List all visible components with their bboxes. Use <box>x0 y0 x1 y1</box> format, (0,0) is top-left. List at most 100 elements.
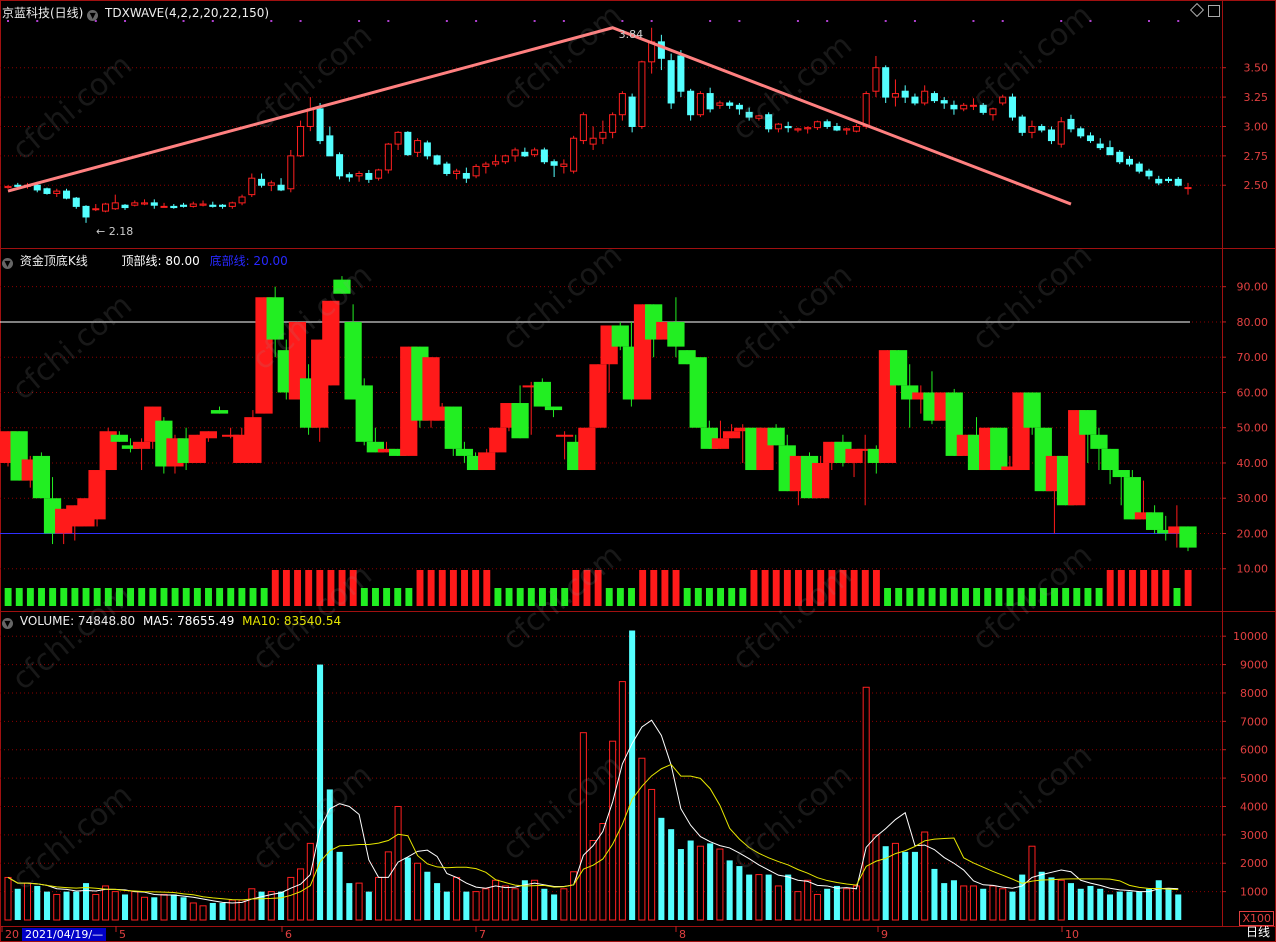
window-restore-icon[interactable] <box>1208 5 1220 17</box>
volume-bar <box>4 876 12 921</box>
fund-candle <box>1179 526 1197 548</box>
volume-bar <box>424 871 431 920</box>
volume-bar <box>346 883 353 920</box>
volume-bar <box>131 891 139 921</box>
volume-bar <box>736 866 743 920</box>
stock-title[interactable]: 京蓝科技(日线) <box>2 6 83 20</box>
signal-dot <box>796 20 799 22</box>
price-candle <box>911 96 919 104</box>
volume-bar <box>579 732 587 921</box>
signal-dot <box>738 20 741 22</box>
signal-bar <box>1140 570 1148 606</box>
volume-bar <box>511 888 519 921</box>
signal-bar <box>1006 588 1014 606</box>
price-candle <box>384 143 392 171</box>
volume-bar <box>1136 891 1143 920</box>
volume-bar <box>687 840 694 920</box>
price-candle <box>1174 178 1182 186</box>
volume-bar <box>189 902 197 921</box>
volume-bar <box>541 888 548 920</box>
volume-menu-icon[interactable]: ▼ <box>2 618 13 629</box>
price-candle <box>287 155 295 190</box>
price-candle <box>1028 125 1036 133</box>
signal-bar <box>1162 570 1170 606</box>
fund-candle <box>555 434 574 437</box>
volume-bar <box>394 805 402 921</box>
signal-bar <box>249 588 257 606</box>
price-candle <box>170 205 178 209</box>
fund-candle <box>1145 512 1164 530</box>
signal-bar <box>394 588 402 606</box>
indicator-menu-icon[interactable]: ▼ <box>87 10 99 21</box>
volume-bar <box>375 876 383 921</box>
fund-candle <box>132 441 151 449</box>
volume-bar <box>199 905 207 921</box>
volume-bar <box>813 893 821 921</box>
signal-bar <box>171 588 179 606</box>
volume-value: VOLUME: 74848.80 <box>19 614 136 628</box>
price-candle <box>521 151 529 157</box>
price-candle <box>1155 178 1163 184</box>
date-label: 10 <box>1065 928 1079 941</box>
price-candle <box>1008 96 1016 118</box>
price-candle <box>745 111 753 118</box>
price-candle <box>940 100 948 104</box>
signal-bar <box>895 588 903 606</box>
signal-bar <box>71 588 79 606</box>
fund-candle <box>322 300 340 386</box>
signal-bar <box>416 570 424 606</box>
fund-menu-icon[interactable]: ▼ <box>2 258 13 269</box>
price-candle <box>501 155 509 163</box>
volume-bar <box>1067 883 1074 920</box>
price-axis-tick-label: 3.00 <box>1244 120 1269 133</box>
price-candle <box>706 93 714 110</box>
price-candle <box>180 204 188 207</box>
wave-indicator-label[interactable]: TDXWAVE(4,2,2,20,22,150) <box>105 6 269 20</box>
signal-bar <box>527 588 535 606</box>
volume-bar <box>317 664 324 920</box>
signal-bar <box>271 570 279 606</box>
price-candle <box>979 104 987 113</box>
fund-candle <box>455 448 474 456</box>
price-candle <box>1184 187 1192 190</box>
price-candle <box>1057 121 1065 145</box>
price-candle <box>141 202 149 205</box>
price-candle <box>989 108 997 116</box>
signal-bar <box>962 588 969 606</box>
volume-bar <box>1175 894 1182 920</box>
signal-bar <box>1095 588 1103 606</box>
price-candle <box>726 102 734 106</box>
signal-bar <box>227 588 235 606</box>
signal-bar <box>661 570 669 606</box>
volume-bar <box>453 876 461 921</box>
volume-bar <box>365 891 372 920</box>
volume-axis-tick-label: 7000 <box>1240 715 1268 728</box>
signal-bar <box>639 570 647 606</box>
volume-bar <box>696 845 704 921</box>
signal-bar <box>717 588 725 606</box>
volume-bar <box>755 874 763 921</box>
volume-bar <box>23 882 32 921</box>
date-label: 9 <box>881 928 888 941</box>
signal-bar <box>917 588 925 606</box>
signal-bar <box>705 588 713 606</box>
price-candle <box>150 202 158 206</box>
fund-axis-tick-label: 20.00 <box>1237 527 1269 540</box>
price-candle <box>1086 135 1095 142</box>
volume-bar <box>1116 891 1123 920</box>
fund-candle <box>611 325 629 347</box>
signal-dot <box>1089 20 1092 22</box>
fund-candle <box>355 385 373 442</box>
volume-bar <box>1097 888 1104 920</box>
price-axis-tick-label: 3.25 <box>1244 91 1269 104</box>
volume-bar <box>589 840 597 921</box>
volume-bar <box>950 880 957 920</box>
price-candle <box>92 208 100 211</box>
volume-bar <box>648 788 656 921</box>
fund-candle <box>478 452 496 471</box>
volume-bar <box>141 896 149 921</box>
fund-candle <box>32 455 51 499</box>
price-candle <box>774 123 782 130</box>
fund-kline-title[interactable]: 资金顶底K线 <box>20 254 88 268</box>
signal-bar <box>795 570 802 606</box>
